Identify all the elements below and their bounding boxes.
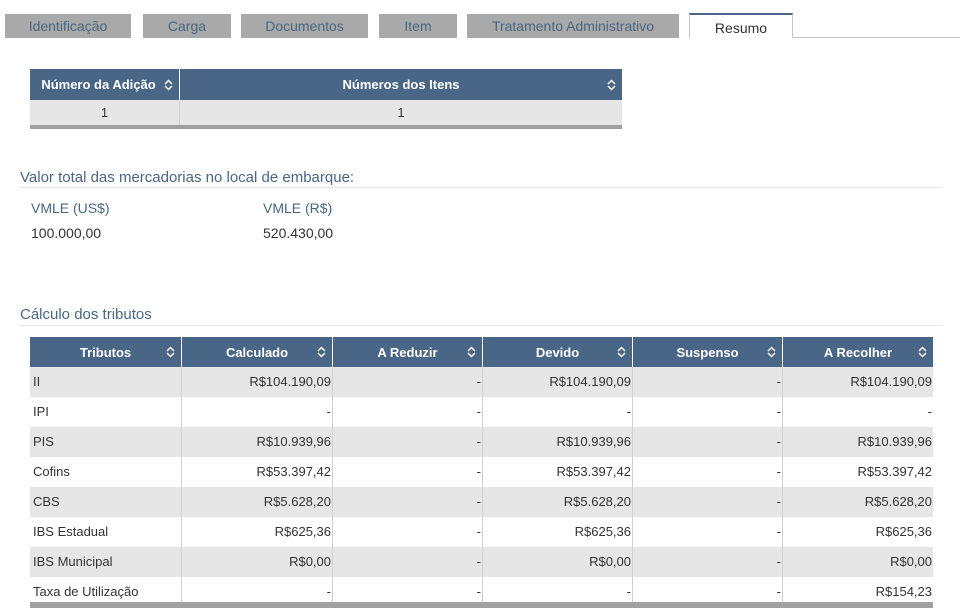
header-a-reduzir[interactable]: A Reduzir <box>333 337 483 367</box>
table-row[interactable]: IBS Estadual R$625,36- R$625,36- R$625,36 <box>30 517 933 547</box>
tab-bar-divider <box>792 37 960 38</box>
tab-resumo[interactable]: Resumo <box>689 13 793 38</box>
table-row[interactable]: PIS R$10.939,96- R$10.939,96- R$10.939,96 <box>30 427 933 457</box>
cell-devido: R$104.190,09 <box>483 367 633 397</box>
cell-a-recolher: R$53.397,42 <box>857 464 932 479</box>
header-devido[interactable]: Devido <box>483 337 633 367</box>
tributos-table-header: Tributos Calculado A Reduzir Devido Susp… <box>30 337 933 367</box>
cell-calculado: R$5.628,20 <box>182 487 333 517</box>
vmle-brl-label: VMLE (R$) <box>263 200 333 216</box>
header-label: Tributos <box>79 344 132 360</box>
header-label: Suspenso <box>676 344 739 360</box>
table-footer-bar <box>30 125 622 129</box>
cell-tributo: II <box>30 367 182 397</box>
cell-a-reduzir: - <box>333 547 483 577</box>
sort-icon[interactable] <box>467 346 476 358</box>
cell-a-reduzir: - <box>333 457 483 487</box>
header-tributos[interactable]: Tributos <box>30 337 182 367</box>
cell-calculado: R$104.190,09 <box>182 367 333 397</box>
header-label: Número da Adição <box>41 77 156 92</box>
tab-identificacao[interactable]: Identificação <box>5 14 131 38</box>
vmle-brl-value: 520.430,00 <box>263 225 334 241</box>
cell-tributo: IBS Estadual <box>30 517 182 547</box>
cell-devido: R$0,00 <box>483 547 633 577</box>
tab-bar: Identificação Carga Documentos Item Trat… <box>0 0 968 38</box>
tab-documentos[interactable]: Documentos <box>241 14 368 38</box>
cell-devido: R$625,36 <box>483 517 633 547</box>
sort-icon[interactable] <box>767 346 776 358</box>
cell-tributo: Cofins <box>30 457 182 487</box>
cell-suspenso: - <box>633 547 783 577</box>
table-row[interactable]: II R$104.190,09- R$104.190,09- R$104.190,09 <box>30 367 933 397</box>
cell-a-recolher: R$10.939,96 <box>857 434 932 449</box>
cell-suspenso: - <box>633 427 783 457</box>
cell-tributo: IBS Municipal <box>30 547 182 577</box>
tab-carga[interactable]: Carga <box>143 14 231 38</box>
header-numero-adicao[interactable]: Número da Adição <box>30 69 180 100</box>
cell-calculado: R$10.939,96 <box>182 427 333 457</box>
cell-numero-adicao: 1 <box>30 100 180 125</box>
cell-tributo: PIS <box>30 427 182 457</box>
cell-a-reduzir: - <box>333 367 483 397</box>
header-label: A Reduzir <box>377 344 438 360</box>
cell-a-recolher: R$104.190,09 <box>850 374 932 389</box>
cell-a-reduzir: - <box>333 487 483 517</box>
cell-suspenso: - <box>633 517 783 547</box>
cell-a-reduzir: - <box>333 427 483 457</box>
tab-item[interactable]: Item <box>379 14 457 38</box>
section-divider <box>20 325 943 326</box>
cell-calculado: R$625,36 <box>182 517 333 547</box>
header-suspenso[interactable]: Suspenso <box>633 337 783 367</box>
sort-icon[interactable] <box>607 78 616 91</box>
table-row[interactable]: 1 1 <box>30 100 622 125</box>
vmle-usd-label: VMLE (US$) <box>31 200 110 216</box>
adicao-table: Número da Adição Números dos Itens 1 1 <box>30 69 622 130</box>
cell-a-recolher: R$625,36 <box>875 524 932 539</box>
sort-icon[interactable] <box>166 346 175 358</box>
header-label: Devido <box>535 344 580 360</box>
tributos-title: Cálculo dos tributos <box>20 306 152 323</box>
cell-suspenso: - <box>633 487 783 517</box>
table-footer-bar <box>30 602 933 608</box>
header-numeros-itens[interactable]: Números dos Itens <box>180 69 622 100</box>
cell-a-reduzir: - <box>333 397 483 427</box>
cell-a-recolher: - <box>927 404 932 419</box>
cell-suspenso: - <box>633 367 783 397</box>
cell-devido: R$53.397,42 <box>483 457 633 487</box>
cell-devido: R$10.939,96 <box>483 427 633 457</box>
sort-icon[interactable] <box>918 346 927 358</box>
sort-icon[interactable] <box>164 78 173 91</box>
cell-calculado: R$0,00 <box>182 547 333 577</box>
header-label: Calculado <box>225 344 289 360</box>
cell-numeros-itens: 1 <box>397 105 405 120</box>
valor-total-title: Valor total das mercadorias no local de … <box>20 169 355 186</box>
cell-a-recolher: R$0,00 <box>890 554 932 569</box>
table-row[interactable]: Cofins R$53.397,42- R$53.397,42- R$53.397,4… <box>30 457 933 487</box>
table-row[interactable]: CBS R$5.628,20- R$5.628,20- R$5.628,20 <box>30 487 933 517</box>
header-label: A Recolher <box>823 344 893 360</box>
cell-suspenso: - <box>633 457 783 487</box>
vmle-usd-value: 100.000,00 <box>31 225 102 241</box>
cell-tributo: IPI <box>30 397 182 427</box>
section-divider <box>20 187 943 188</box>
header-a-recolher[interactable]: A Recolher <box>783 337 933 367</box>
sort-icon[interactable] <box>617 346 626 358</box>
cell-devido: - <box>483 397 633 427</box>
cell-a-recolher: R$5.628,20 <box>864 494 932 509</box>
cell-devido: R$5.628,20 <box>483 487 633 517</box>
tab-tratamento-administrativo[interactable]: Tratamento Administrativo <box>467 14 679 38</box>
cell-calculado: R$53.397,42 <box>182 457 333 487</box>
sort-icon[interactable] <box>317 346 326 358</box>
cell-suspenso: - <box>633 397 783 427</box>
cell-tributo: CBS <box>30 487 182 517</box>
adicao-table-header: Número da Adição Números dos Itens <box>30 69 622 100</box>
header-label: Números dos Itens <box>342 77 460 92</box>
table-row[interactable]: IPI - - - - - <box>30 397 933 427</box>
header-calculado[interactable]: Calculado <box>182 337 333 367</box>
cell-a-reduzir: - <box>333 517 483 547</box>
table-row[interactable]: IBS Municipal R$0,00- R$0,00- R$0,00 <box>30 547 933 577</box>
cell-calculado: - <box>182 397 333 427</box>
